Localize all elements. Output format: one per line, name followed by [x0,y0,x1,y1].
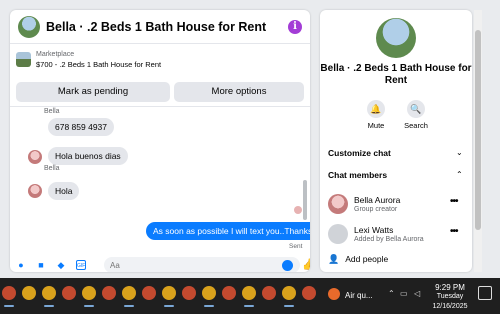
member-name: Lexi Watts [354,225,394,235]
app-icon[interactable] [2,286,16,300]
avatar [328,194,348,214]
chrome-icon[interactable] [242,286,256,300]
taskbar: Air qu... ⌃ ▭ ◁ 9:29 PM Tuesday 12/16/20… [0,278,500,314]
member-item[interactable]: Bella Aurora Group creator ••• [320,192,472,220]
add-people-button[interactable]: 👤 Add people [328,254,388,265]
listing-thumbnail[interactable] [16,52,31,67]
composer: ● ■ ◆ GIF 👍 [10,256,310,272]
chrome-icon[interactable] [22,286,36,300]
marketplace-listing: Marketplace $700 - .2 Beds 1 Bath House … [10,45,310,107]
customize-chat-row[interactable]: Customize chat ⌄ [320,146,472,162]
running-indicator [44,305,54,307]
add-person-icon: 👤 [328,254,340,264]
app-icon[interactable] [262,286,276,300]
chrome-icon[interactable] [162,286,176,300]
network-icon[interactable]: ▭ [400,289,408,298]
search-icon: 🔍 [407,100,425,118]
notification-icon[interactable] [478,286,492,300]
mark-as-pending-button[interactable]: Mark as pending [16,82,170,102]
scrollbar-thumb[interactable] [475,30,481,230]
search-label: Search [404,121,428,130]
more-options-button[interactable]: More options [174,82,304,102]
add-people-label: Add people [345,254,389,264]
sticker-icon[interactable]: ◆ [56,260,66,270]
group-avatar[interactable] [376,18,416,58]
chrome-icon[interactable] [82,286,96,300]
chrome-icon[interactable] [42,286,56,300]
app-icon[interactable] [182,286,196,300]
like-icon[interactable]: 👍 [302,258,310,271]
chrome-icon[interactable] [282,286,296,300]
avatar [328,224,348,244]
mute-label: Mute [367,121,385,130]
chevron-up-icon: ⌃ [456,170,463,179]
mute-button[interactable]: 🔔 Mute [356,100,396,130]
running-indicator [4,305,14,307]
running-indicator [204,305,214,307]
running-indicator [284,305,294,307]
clock-date[interactable]: 12/16/2025 [428,303,472,310]
microphone-icon[interactable]: ● [16,260,26,270]
clock-day[interactable]: Tuesday [428,293,472,300]
running-indicator [244,305,254,307]
divider [10,106,310,107]
chrome-icon[interactable] [122,286,136,300]
app-icon[interactable] [302,286,316,300]
running-indicator [84,305,94,307]
info-icon[interactable]: i [288,20,302,34]
chat-scrollbar[interactable] [303,180,307,220]
app-icon[interactable] [102,286,116,300]
chat-title[interactable]: Bella · .2 Beds 1 Bath House for Rent [46,20,266,34]
chat-window: Bella · .2 Beds 1 Bath House for Rent i … [10,10,310,272]
weather-label[interactable]: Air qu... [345,291,373,300]
message-bubble[interactable]: Hola [48,182,80,200]
gif-icon[interactable]: GIF [76,260,86,270]
chat-members-label: Chat members [328,170,388,180]
customize-chat-label: Customize chat [328,148,391,158]
sender-name: Bella [44,165,60,172]
chevron-up-icon[interactable]: ⌃ [388,289,395,298]
chat-members-row[interactable]: Chat members ⌃ [320,168,472,184]
member-name: Bella Aurora [354,195,401,205]
chevron-down-icon: ⌄ [456,148,463,157]
member-role: Added by Bella Aurora [354,236,424,243]
sender-name: Bella [44,108,60,115]
seen-indicator [294,206,302,214]
running-indicator [124,305,134,307]
message-input[interactable] [104,257,300,272]
message-bubble[interactable]: 678 859 4937 [48,118,114,136]
running-indicator [164,305,174,307]
emoji-icon[interactable] [282,260,293,271]
page-scrollbar[interactable] [474,10,482,272]
listing-title[interactable]: $700 - .2 Beds 1 Bath House for Rent [36,60,161,69]
chrome-icon[interactable] [202,286,216,300]
member-role: Group creator [354,206,398,213]
bell-icon: 🔔 [367,100,385,118]
app-icon[interactable] [222,286,236,300]
chat-details-panel: Bella · .2 Beds 1 Bath House for Rent 🔔 … [320,10,472,272]
more-icon[interactable]: ••• [450,196,458,207]
outgoing-message-bubble[interactable]: As soon as possible I will text you..Tha… [146,222,310,240]
app-icon[interactable] [62,286,76,300]
clock-time[interactable]: 9:29 PM [428,283,472,292]
chat-avatar[interactable] [18,16,40,38]
app-icon[interactable] [142,286,156,300]
marketplace-label: Marketplace [36,51,75,58]
side-title: Bella · .2 Beds 1 Bath House for Rent [320,63,472,86]
image-icon[interactable]: ■ [36,260,46,270]
more-icon[interactable]: ••• [450,226,458,237]
search-button[interactable]: 🔍 Search [396,100,436,130]
member-item[interactable]: Lexi Watts Added by Bella Aurora ••• [320,222,472,250]
weather-icon[interactable] [328,288,340,300]
message-status: Sent [289,243,303,250]
sender-avatar[interactable] [28,150,42,164]
chat-header: Bella · .2 Beds 1 Bath House for Rent i [10,10,310,44]
volume-icon[interactable]: ◁ [414,289,420,298]
message-bubble[interactable]: Hola buenos dias [48,147,128,165]
sender-avatar[interactable] [28,184,42,198]
